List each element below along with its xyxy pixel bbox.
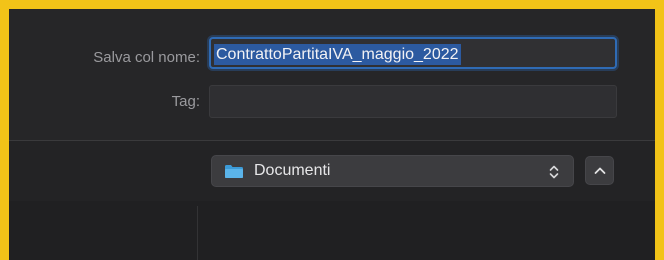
- sidebar-divider: [197, 206, 198, 260]
- save-options-area: Salva col nome: ContrattoPartitaIVA_magg…: [9, 9, 655, 140]
- location-label: Documenti: [254, 162, 331, 179]
- location-select[interactable]: Documenti: [211, 155, 574, 187]
- tags-field[interactable]: [209, 85, 617, 118]
- section-divider: [9, 140, 655, 141]
- chevron-up-icon: [594, 167, 606, 174]
- file-browser-area: [9, 201, 655, 260]
- tags-label: Tag:: [171, 93, 200, 110]
- expand-dialog-button[interactable]: [585, 156, 614, 185]
- up-down-chevron-icon: [549, 165, 559, 179]
- folder-icon: [225, 165, 243, 178]
- save-dialog: Salva col nome: ContrattoPartitaIVA_magg…: [9, 9, 655, 260]
- filename-text: ContrattoPartitaIVA_maggio_2022: [214, 44, 461, 65]
- save-as-label: Salva col nome:: [93, 49, 200, 66]
- filename-field[interactable]: ContrattoPartitaIVA_maggio_2022: [209, 37, 617, 69]
